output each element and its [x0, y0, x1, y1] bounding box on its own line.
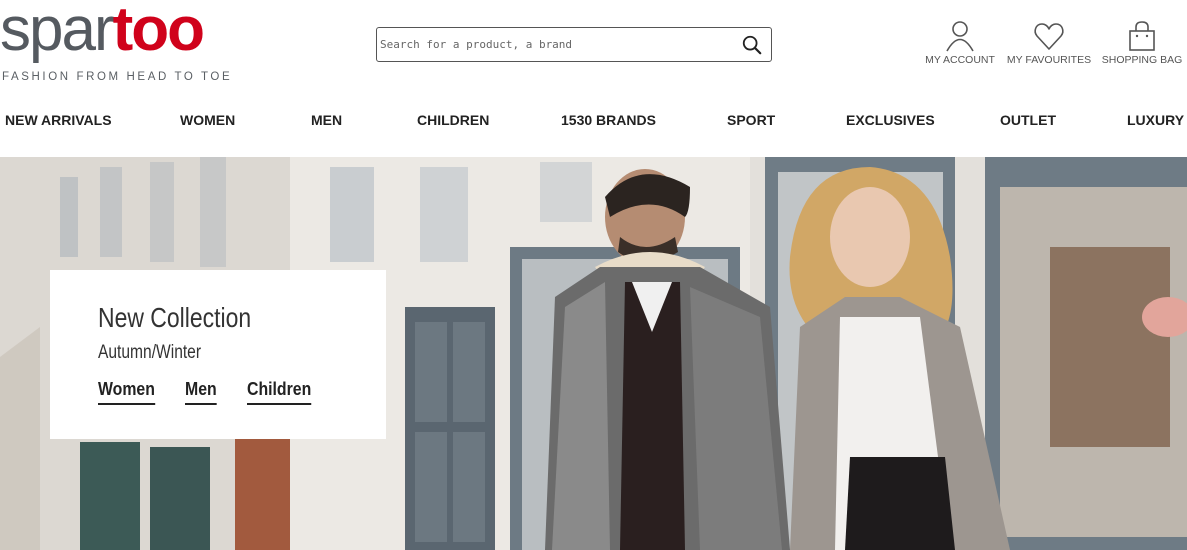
main-navigation: NEW ARRIVALS WOMEN MEN CHILDREN 1530 BRA…: [0, 104, 1187, 138]
promo-link-children[interactable]: Children: [247, 379, 312, 405]
nav-new-arrivals[interactable]: NEW ARRIVALS: [5, 112, 112, 128]
my-favourites-label: MY FAVOURITES: [1006, 54, 1092, 66]
shopping-bag-link[interactable]: SHOPPING BAG: [1098, 20, 1186, 66]
nav-luxury[interactable]: LUXURY: [1127, 112, 1184, 128]
promo-link-women[interactable]: Women: [98, 379, 155, 405]
hero-banner[interactable]: New Collection Autumn/Winter Women Men C…: [0, 157, 1187, 550]
search-icon[interactable]: [741, 34, 763, 56]
my-account-link[interactable]: MY ACCOUNT: [922, 20, 998, 66]
user-icon: [946, 21, 974, 52]
spartoo-logo[interactable]: spartoo FASHION FROM HEAD TO TOE: [0, 0, 233, 88]
my-favourites-link[interactable]: MY FAVOURITES: [1004, 20, 1094, 66]
logo-part-spar: spar: [0, 0, 115, 64]
collection-promo-card: New Collection Autumn/Winter Women Men C…: [50, 270, 386, 439]
shopping-bag-label: SHOPPING BAG: [1101, 54, 1183, 66]
nav-exclusives[interactable]: EXCLUSIVES: [846, 112, 935, 128]
search-box: [376, 27, 772, 62]
logo-tagline: FASHION FROM HEAD TO TOE: [2, 71, 233, 83]
logo-part-too: too: [112, 0, 205, 64]
nav-men[interactable]: MEN: [311, 112, 342, 128]
nav-children[interactable]: CHILDREN: [417, 112, 489, 128]
nav-brands[interactable]: 1530 BRANDS: [561, 112, 656, 128]
shopping-bag-icon: [1129, 21, 1155, 51]
promo-title: New Collection: [98, 302, 252, 333]
nav-outlet[interactable]: OUTLET: [1000, 112, 1056, 128]
nav-women[interactable]: WOMEN: [180, 112, 235, 128]
promo-link-men[interactable]: Men: [185, 379, 217, 405]
search-input[interactable]: [380, 28, 730, 61]
site-header: spartoo FASHION FROM HEAD TO TOE MY ACCO…: [0, 0, 1187, 100]
nav-sport[interactable]: SPORT: [727, 112, 775, 128]
my-account-label: MY ACCOUNT: [925, 54, 995, 66]
heart-icon: [1034, 23, 1064, 50]
promo-subtitle: Autumn/Winter: [98, 342, 202, 363]
logo-wordmark: spartoo: [0, 0, 205, 70]
